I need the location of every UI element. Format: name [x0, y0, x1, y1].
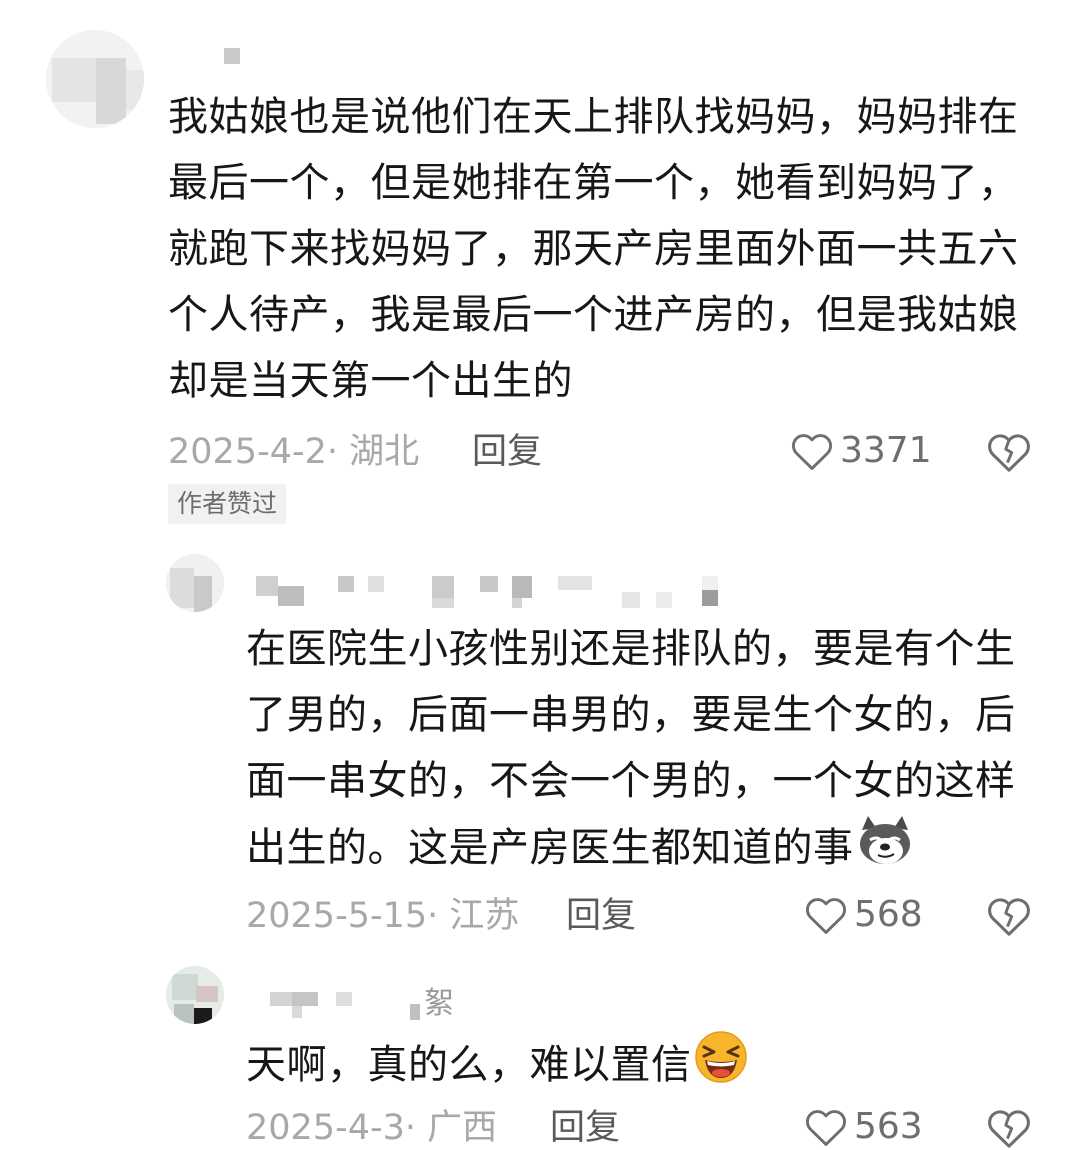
like-count: 563: [854, 1106, 923, 1147]
comment-text: 天啊，真的么，难以置信: [246, 1030, 1036, 1104]
comment-1: 我姑娘也是说他们在天上排队找妈妈，妈妈排在最后一个，但是她排在第一个，她看到妈妈…: [0, 0, 1076, 530]
comment-date-location: 2025-4-3· 广西: [246, 1108, 498, 1148]
avatar[interactable]: [166, 554, 224, 612]
comment-2: 在医院生小孩性别还是排队的，要是有个生了男的，后面一串男的，要是生个女的，后面一…: [0, 540, 1076, 960]
username-fragment[interactable]: 絮: [424, 978, 454, 1022]
comment-text: 在医院生小孩性别还是排队的，要是有个生了男的，后面一串男的，要是生个女的，后面一…: [246, 616, 1036, 886]
avatar[interactable]: [46, 30, 144, 128]
broken-heart-icon: [986, 430, 1032, 474]
reply-button[interactable]: 回复: [472, 432, 542, 472]
broken-heart-icon: [986, 1106, 1032, 1150]
laughing-emoji: [694, 1030, 748, 1104]
dislike-button[interactable]: [986, 1106, 1032, 1150]
like-count: 568: [854, 894, 923, 935]
like-count: 3371: [840, 430, 932, 471]
author-liked-badge: 作者赞过: [168, 484, 287, 524]
reply-button[interactable]: 回复: [566, 896, 636, 936]
heart-outline-icon: [804, 894, 848, 936]
like-button[interactable]: 568: [804, 894, 923, 936]
dislike-button[interactable]: [986, 430, 1032, 474]
heart-outline-icon: [804, 1106, 848, 1148]
comment-text-content: 天啊，真的么，难以置信: [246, 1042, 692, 1088]
comment-date-location: 2025-4-2· 湖北: [168, 432, 420, 472]
broken-heart-icon: [986, 894, 1032, 938]
like-button[interactable]: 563: [804, 1106, 923, 1148]
like-button[interactable]: 3371: [790, 430, 932, 472]
reply-button[interactable]: 回复: [550, 1108, 620, 1148]
avatar[interactable]: [166, 966, 224, 1024]
comment-date-location: 2025-5-15· 江苏: [246, 896, 520, 936]
heart-outline-icon: [790, 430, 834, 472]
comment-3: 絮 天啊，真的么，难以置信 2025-4-3· 广西 回复 563: [0, 962, 1076, 1148]
dislike-button[interactable]: [986, 894, 1032, 938]
comment-text: 我姑娘也是说他们在天上排队找妈妈，妈妈排在最后一个，但是她排在第一个，她看到妈妈…: [168, 94, 1019, 404]
sly-dog-emoji: [856, 814, 914, 886]
